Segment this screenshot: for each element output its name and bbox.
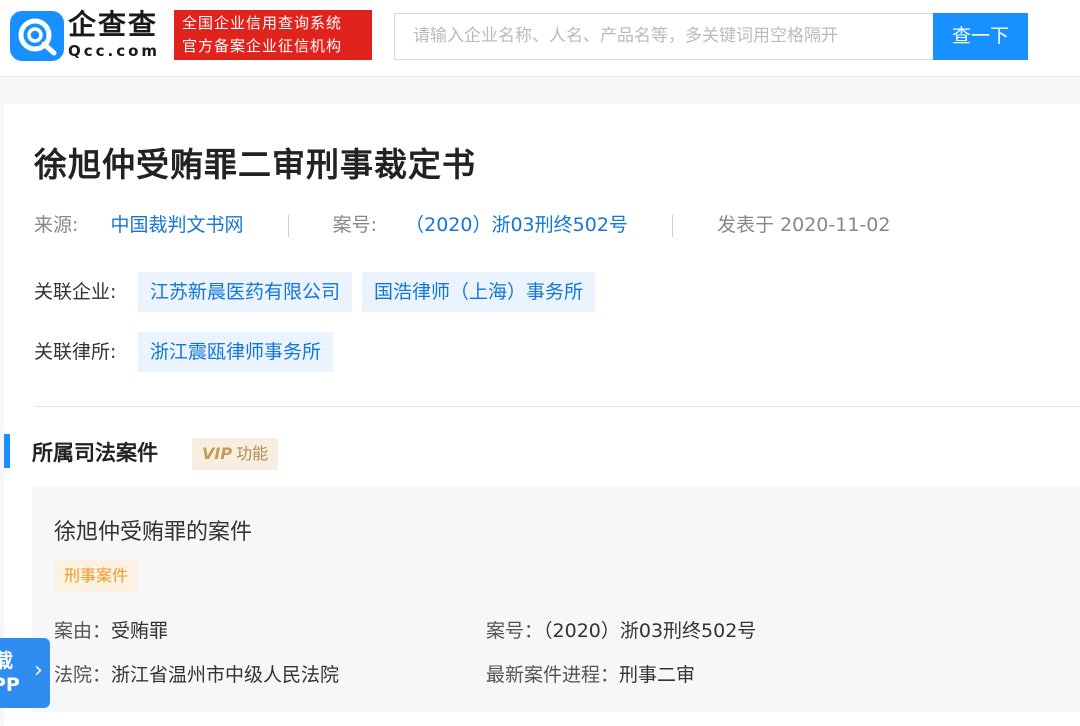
search-input[interactable]: 请输入企业名称、人名、产品名等，多关键词用空格隔开 — [394, 13, 934, 60]
source-label: 来源: — [34, 214, 79, 236]
document-panel: 徐旭仲受贿罪二审刑事裁定书 来源: 中国裁判文书网 案号: （2020）浙03刑… — [4, 104, 1080, 726]
case-number-label: 案号： — [486, 620, 544, 642]
related-firms-row: 关联律所: 浙江震瓯律师事务所 — [34, 332, 343, 372]
section-accent-bar — [4, 434, 10, 468]
case-number: 案号：（2020）浙03刑终502号 — [486, 616, 756, 643]
case-progress-label: 最新案件进程： — [486, 664, 620, 686]
download-app-tab[interactable]: 载 PP › — [0, 638, 50, 708]
case-card[interactable]: 徐旭仲受贿罪的案件 刑事案件 案由：受贿罪 案号：（2020）浙03刑终502号… — [32, 486, 1080, 712]
related-firms-label: 关联律所: — [34, 341, 117, 363]
publish-date: 发表于 2020-11-02 — [717, 214, 891, 236]
page-title: 徐旭仲受贿罪二审刑事裁定书 — [34, 145, 476, 184]
meta-divider — [287, 214, 289, 237]
case-type-tag: 刑事案件 — [54, 560, 139, 592]
case-cause: 案由：受贿罪 — [54, 616, 168, 643]
download-tab-text-1: 载 — [0, 650, 14, 672]
download-tab-text-2: PP — [0, 674, 20, 696]
brand[interactable]: 企查查 Qcc.com — [68, 8, 160, 60]
case-number-value: （2020）浙03刑终502号 — [543, 620, 757, 642]
case-number-value[interactable]: （2020）浙03刑终502号 — [405, 212, 628, 238]
vip-badge: VIP 功能 — [192, 438, 279, 470]
top-header: 企查查 Qcc.com 全国企业信用查询系统 官方备案企业征信机构 请输入企业名… — [0, 0, 1080, 77]
related-firm-tag[interactable]: 浙江震瓯律师事务所 — [138, 332, 334, 372]
related-company-tag[interactable]: 国浩律师（上海）事务所 — [362, 272, 596, 312]
document-meta: 来源: 中国裁判文书网 案号: （2020）浙03刑终502号 发表于 2020… — [34, 212, 890, 238]
case-court-label: 法院： — [54, 664, 112, 686]
case-cause-label: 案由： — [54, 620, 112, 642]
brand-name-cn: 企查查 — [68, 8, 159, 41]
vip-mark: VIP — [202, 444, 233, 463]
source-link[interactable]: 中国裁判文书网 — [111, 212, 244, 238]
vip-text: 功能 — [236, 444, 269, 463]
case-progress: 最新案件进程：刑事二审 — [486, 660, 695, 687]
section-title: 所属司法案件 — [32, 441, 158, 465]
case-court-value: 浙江省温州市中级人民法院 — [111, 664, 340, 686]
case-cause-value: 受贿罪 — [111, 620, 169, 642]
chevron-right-icon: › — [34, 658, 43, 683]
certification-badge: 全国企业信用查询系统 官方备案企业征信机构 — [174, 10, 372, 60]
case-number-label: 案号: — [332, 214, 378, 236]
section-divider — [34, 406, 1080, 407]
brand-name-en: Qcc.com — [68, 42, 161, 60]
search-button[interactable]: 查一下 — [933, 13, 1028, 60]
badge-line-1: 全国企业信用查询系统 — [182, 14, 343, 32]
case-court: 法院：浙江省温州市中级人民法院 — [54, 660, 339, 687]
qcc-logo-icon[interactable] — [10, 11, 64, 61]
case-title[interactable]: 徐旭仲受贿罪的案件 — [54, 514, 252, 546]
related-company-tag[interactable]: 江苏新晨医药有限公司 — [138, 272, 353, 312]
meta-divider — [671, 214, 673, 237]
related-companies-row: 关联企业: 江苏新晨医药有限公司 国浩律师（上海）事务所 — [34, 272, 605, 312]
badge-line-2: 官方备案企业征信机构 — [182, 37, 343, 55]
case-progress-value: 刑事二审 — [619, 664, 696, 686]
related-companies-label: 关联企业: — [34, 281, 117, 303]
